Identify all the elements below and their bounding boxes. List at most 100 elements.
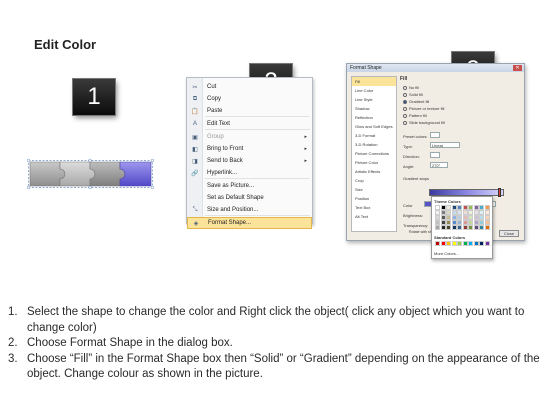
- standard-colors-grid: [435, 241, 490, 246]
- category-size[interactable]: Size: [352, 185, 396, 194]
- menu-item-format-shape[interactable]: ◈ Format Shape...: [187, 217, 312, 229]
- bring-front-icon: ◧: [192, 146, 198, 153]
- fill-option-gradient-fill[interactable]: Gradient fill: [403, 99, 429, 104]
- context-menu: ✂ Cut ⧉ Copy 📋 Paste A Edit Text ▣ Group ▸ ◧ Bring t…: [186, 77, 313, 229]
- scissors-icon: ✂: [192, 84, 198, 91]
- color-swatch[interactable]: [484, 241, 490, 246]
- selection-handle[interactable]: [88, 158, 92, 163]
- radio-button[interactable]: [403, 113, 407, 118]
- color-swatch[interactable]: [446, 225, 451, 230]
- edit-text-icon: A: [192, 121, 197, 127]
- preset-colors-picker[interactable]: [430, 132, 440, 138]
- selection-handle[interactable]: [150, 158, 155, 163]
- color-swatch[interactable]: [479, 241, 484, 246]
- category-picture-corrections[interactable]: Picture Corrections: [352, 149, 396, 158]
- category-3-d-rotation[interactable]: 3-D Rotation: [352, 140, 396, 149]
- send-back-icon: ◨: [192, 158, 198, 165]
- instruction-step: 2. Choose Format Shape in the dialog box.: [8, 336, 553, 352]
- selection-handle[interactable]: [27, 158, 31, 163]
- radio-button[interactable]: [403, 85, 407, 90]
- fill-heading: Fill: [400, 76, 408, 82]
- category-alt-text[interactable]: Alt Text: [352, 212, 396, 221]
- type-label: Type:: [403, 144, 413, 149]
- color-swatch[interactable]: [468, 241, 473, 246]
- category-3-d-format[interactable]: 3-D Format: [352, 131, 396, 140]
- color-swatch[interactable]: [446, 241, 451, 246]
- close-button[interactable]: Close: [499, 230, 519, 237]
- fill-option-pattern-fill[interactable]: Pattern fill: [403, 113, 427, 118]
- radio-button[interactable]: [403, 99, 407, 104]
- color-swatch[interactable]: [484, 225, 490, 230]
- category-text-box[interactable]: Text Box: [352, 203, 396, 212]
- radio-button[interactable]: [403, 92, 407, 97]
- menu-item-cut[interactable]: ✂ Cut: [187, 81, 312, 93]
- hyperlink-icon: 🔗: [191, 170, 199, 177]
- menu-item-save-as-picture[interactable]: Save as Picture...: [187, 180, 312, 192]
- color-swatch[interactable]: [451, 225, 457, 230]
- color-swatch[interactable]: [462, 225, 468, 230]
- menu-item-bring-to-front[interactable]: ◧ Bring to Front ▸: [187, 143, 312, 155]
- color-swatch[interactable]: [468, 225, 473, 230]
- format-shape-icon: ◈: [193, 220, 199, 227]
- color-swatch[interactable]: [457, 225, 462, 230]
- more-colors-link[interactable]: More Colors...: [434, 251, 459, 256]
- category-artistic-effects[interactable]: Artistic Effects: [352, 167, 396, 176]
- category-glow-and-soft-edges[interactable]: Glow and Soft Edges: [352, 122, 396, 131]
- puzzle-strip[interactable]: [27, 156, 157, 192]
- color-swatch[interactable]: [462, 241, 468, 246]
- color-swatch[interactable]: [479, 225, 484, 230]
- color-swatch[interactable]: [440, 241, 446, 246]
- fill-option-slide-background-fill[interactable]: Slide background fill: [403, 120, 445, 125]
- instruction-step: 1. Select the shape to change the color a…: [8, 305, 553, 336]
- color-swatch[interactable]: [435, 225, 440, 230]
- fill-option-label: Solid fill: [409, 92, 423, 97]
- color-swatch[interactable]: [435, 241, 440, 246]
- menu-item-label: Format Shape...: [208, 220, 252, 226]
- fill-option-picture-or-texture-fill[interactable]: Picture or texture fill: [403, 106, 444, 111]
- gradient-stop-handle[interactable]: [498, 188, 501, 197]
- menu-item-set-as-default-shape[interactable]: Set as Default Shape: [187, 192, 312, 204]
- category-shadow[interactable]: Shadow: [352, 104, 396, 113]
- radio-button[interactable]: [403, 106, 407, 111]
- angle-field[interactable]: 270°: [430, 162, 448, 168]
- fill-option-label: Slide background fill: [409, 120, 445, 125]
- fill-option-solid-fill[interactable]: Solid fill: [403, 92, 423, 97]
- direction-picker[interactable]: [430, 152, 440, 158]
- menu-item-label: Paste: [207, 108, 223, 114]
- selection-handle[interactable]: [88, 185, 92, 190]
- category-position[interactable]: Position: [352, 194, 396, 203]
- close-icon[interactable]: ✕: [513, 65, 522, 71]
- category-line-color[interactable]: Line Color: [352, 86, 396, 95]
- submenu-arrow-icon: ▸: [304, 134, 307, 140]
- category-reflection[interactable]: Reflection: [352, 113, 396, 122]
- category-line-style[interactable]: Line Style: [352, 95, 396, 104]
- category-fill[interactable]: Fill: [352, 77, 396, 86]
- step-text: Select the shape to change the color and…: [27, 306, 525, 334]
- fill-option-label: Picture or texture fill: [409, 106, 445, 111]
- step-number: 2.: [8, 337, 18, 349]
- theme-colors-label: Theme Colors: [434, 199, 461, 204]
- fill-option-no-fill[interactable]: No fill: [403, 85, 419, 90]
- selection-handle[interactable]: [27, 185, 31, 190]
- color-swatch[interactable]: [440, 225, 446, 230]
- color-label: Color: [403, 203, 413, 208]
- category-crop[interactable]: Crop: [352, 176, 396, 185]
- instruction-step: 3. Choose “Fill” in the Format Shape box …: [8, 352, 553, 383]
- selection-handle[interactable]: [150, 185, 155, 190]
- type-select[interactable]: Linear: [430, 142, 460, 148]
- menu-item-copy[interactable]: ⧉ Copy: [187, 93, 312, 105]
- page-title: Edit Color: [34, 37, 97, 52]
- category-picture-color[interactable]: Picture Color: [352, 158, 396, 167]
- menu-item-label: Save as Picture...: [207, 183, 255, 189]
- color-swatch[interactable]: [457, 241, 462, 246]
- menu-item-send-to-back[interactable]: ◨ Send to Back ▸: [187, 155, 312, 167]
- gradient-stops-bar[interactable]: [429, 189, 504, 196]
- angle-label: Angle:: [403, 164, 415, 169]
- color-swatch[interactable]: [451, 241, 457, 246]
- color-swatch[interactable]: [473, 225, 479, 230]
- menu-item-group[interactable]: ▣ Group ▸: [187, 131, 312, 143]
- color-swatch[interactable]: [473, 241, 479, 246]
- transparency-label: Transparency:: [403, 223, 429, 228]
- radio-button[interactable]: [403, 120, 407, 125]
- menu-item-label: Hyperlink...: [207, 170, 238, 176]
